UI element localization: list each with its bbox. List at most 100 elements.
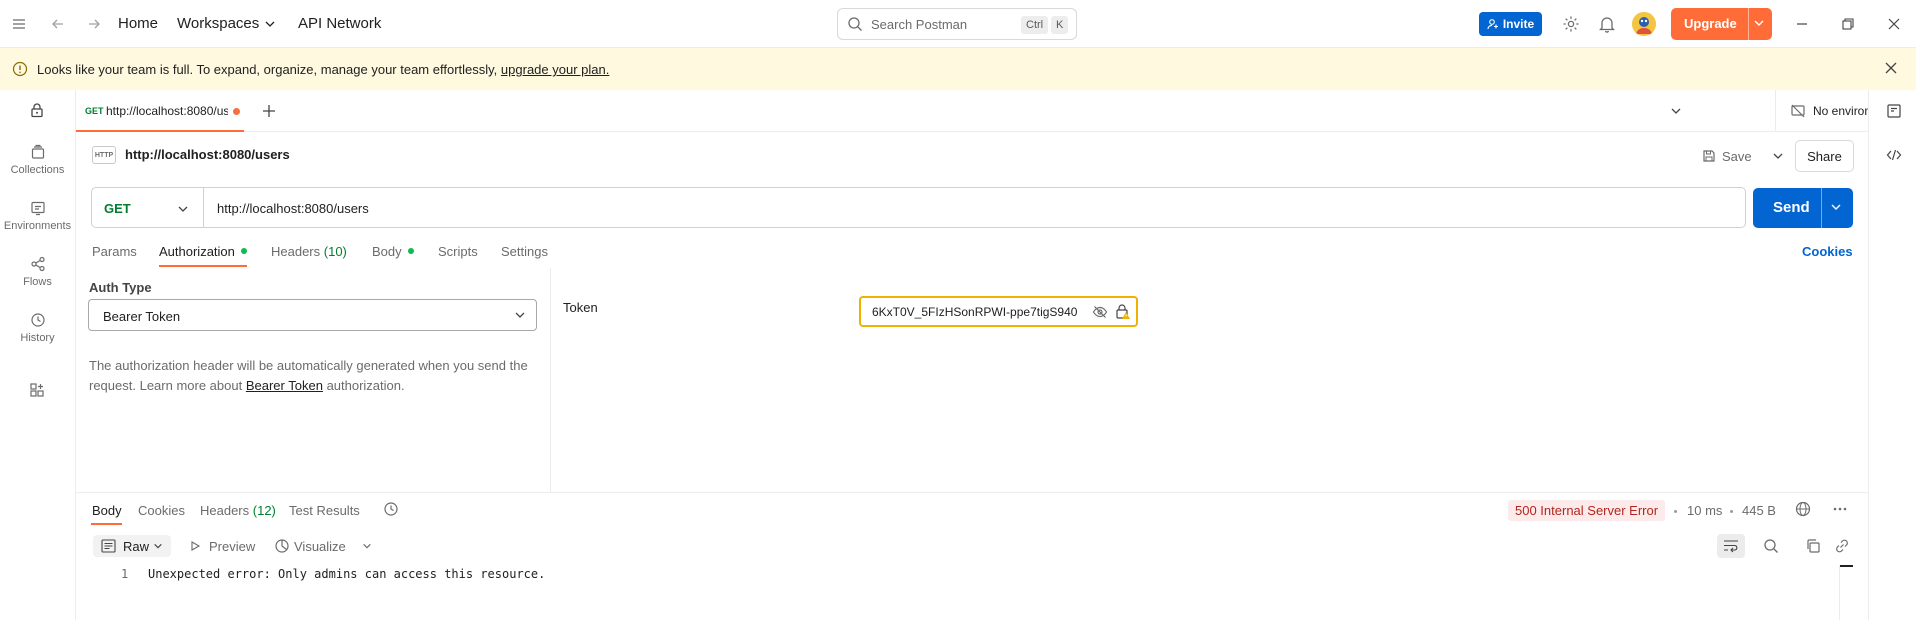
auth-type-select[interactable]: Bearer Token bbox=[88, 299, 537, 331]
cookies-link[interactable]: Cookies bbox=[1802, 244, 1853, 259]
history-icon bbox=[30, 313, 45, 327]
auth-help-post: authorization. bbox=[326, 378, 405, 393]
search-placeholder: Search Postman bbox=[871, 17, 968, 32]
invite-label: Invite bbox=[1502, 17, 1535, 31]
response-tab-body[interactable]: Body bbox=[92, 503, 122, 518]
save-button[interactable]: Save bbox=[1702, 144, 1783, 168]
sidebar-item-flows[interactable]: Flows bbox=[0, 256, 75, 288]
chevron-down-icon[interactable] bbox=[260, 14, 280, 34]
new-tab-plus-icon[interactable] bbox=[262, 104, 276, 118]
url-bar: GET http://localhost:8080/users bbox=[91, 187, 1746, 228]
auth-type-value: Bearer Token bbox=[103, 309, 181, 324]
request-title[interactable]: http://localhost:8080/users bbox=[125, 147, 290, 162]
hide-token-eye-icon[interactable] bbox=[1092, 304, 1108, 320]
response-time[interactable]: 10 ms bbox=[1687, 503, 1722, 518]
shortcut-key-ctrl: Ctrl bbox=[1021, 16, 1049, 34]
unsaved-dot bbox=[233, 108, 240, 115]
upgrade-plan-link[interactable]: upgrade your plan. bbox=[501, 62, 609, 77]
search-response-icon[interactable] bbox=[1763, 538, 1779, 554]
response-body-line[interactable]: Unexpected error: Only admins can access… bbox=[148, 567, 545, 581]
request-tab-active[interactable]: GET http://localhost:8080/users bbox=[76, 90, 244, 132]
bearer-token-link[interactable]: Bearer Token bbox=[246, 378, 323, 393]
window-close-icon[interactable] bbox=[1884, 14, 1904, 34]
format-raw-select[interactable]: Raw bbox=[93, 535, 171, 557]
tab-headers[interactable]: Headers (10) bbox=[271, 244, 347, 259]
auth-type-chevron-icon bbox=[514, 309, 526, 321]
collections-icon bbox=[31, 144, 44, 159]
response-scrollbar[interactable] bbox=[1839, 565, 1853, 620]
sidebar-item-environments[interactable]: Environments bbox=[0, 200, 75, 232]
configure-workspace-icon[interactable] bbox=[29, 382, 45, 398]
tab-authorization[interactable]: Authorization bbox=[159, 244, 247, 259]
tab-url: http://localhost:8080/users bbox=[106, 104, 228, 118]
method-select[interactable]: GET bbox=[104, 201, 131, 216]
line-number: 1 bbox=[121, 567, 129, 581]
send-options-chevron-icon[interactable] bbox=[1830, 201, 1842, 213]
upgrade-chevron-down-icon[interactable] bbox=[1753, 17, 1765, 29]
wrap-lines-button[interactable] bbox=[1717, 534, 1745, 558]
environment-quick-look-icon[interactable] bbox=[1886, 103, 1902, 119]
invite-button[interactable]: Invite bbox=[1479, 12, 1542, 36]
window-restore-icon[interactable] bbox=[1838, 14, 1858, 34]
nav-workspaces[interactable]: Workspaces bbox=[177, 15, 259, 32]
no-environment-icon bbox=[1790, 103, 1806, 119]
token-input[interactable]: 6KxT0V_5FIzHSonRPWI-ppe7tigS940 bbox=[859, 296, 1138, 327]
response-tab-test-results[interactable]: Test Results bbox=[289, 503, 360, 518]
save-options-chevron-icon[interactable] bbox=[1758, 150, 1783, 162]
sidebar-item-label: Environments bbox=[3, 220, 72, 232]
banner-close-icon[interactable] bbox=[1884, 61, 1898, 75]
tab-scripts[interactable]: Scripts bbox=[438, 244, 478, 259]
sensitive-lock-warning-icon[interactable] bbox=[1115, 303, 1131, 321]
response-tab-headers[interactable]: Headers (12) bbox=[200, 503, 276, 518]
banner-text: Looks like your team is full. To expand,… bbox=[37, 62, 498, 77]
response-size[interactable]: 445 B bbox=[1742, 503, 1776, 518]
notifications-bell-icon[interactable] bbox=[1597, 14, 1617, 34]
copy-icon[interactable] bbox=[1805, 538, 1821, 554]
avatar[interactable] bbox=[1632, 12, 1656, 36]
upgrade-button[interactable]: Upgrade bbox=[1671, 8, 1772, 40]
visualize-icon bbox=[274, 538, 290, 554]
link-icon[interactable] bbox=[1834, 538, 1850, 554]
network-globe-icon[interactable] bbox=[1795, 501, 1811, 517]
active-tab-underline bbox=[159, 265, 247, 267]
format-preview-button[interactable]: Preview bbox=[209, 539, 255, 554]
save-disk-icon bbox=[1703, 150, 1715, 162]
sidebar-item-history[interactable]: History bbox=[0, 312, 75, 344]
tab-params[interactable]: Params bbox=[92, 244, 137, 259]
method-chevron-icon[interactable] bbox=[177, 203, 189, 215]
search-box[interactable]: Search Postman Ctrl K bbox=[837, 8, 1077, 40]
tab-settings[interactable]: Settings bbox=[501, 244, 548, 259]
nav-api-network[interactable]: API Network bbox=[298, 15, 381, 32]
tab-body[interactable]: Body bbox=[372, 244, 414, 259]
nav-home[interactable]: Home bbox=[118, 15, 158, 32]
sidebar-item-collections[interactable]: Collections bbox=[0, 144, 75, 176]
right-rail bbox=[1868, 90, 1916, 620]
back-arrow-icon[interactable] bbox=[48, 14, 68, 34]
save-label: Save bbox=[1722, 148, 1752, 164]
visualize-chevron-icon[interactable] bbox=[362, 541, 372, 551]
raw-chevron-icon bbox=[153, 541, 163, 551]
send-button[interactable]: Send bbox=[1753, 188, 1853, 228]
response-history-icon[interactable] bbox=[383, 501, 399, 517]
forward-arrow-icon[interactable] bbox=[84, 14, 104, 34]
settings-gear-icon[interactable] bbox=[1561, 14, 1581, 34]
tab-body-label: Body bbox=[372, 244, 402, 259]
code-snippet-icon[interactable] bbox=[1886, 147, 1902, 163]
response-tab-cookies[interactable]: Cookies bbox=[138, 503, 185, 518]
status-badge[interactable]: 500 Internal Server Error bbox=[1508, 500, 1666, 521]
lock-icon[interactable] bbox=[29, 102, 45, 118]
more-options-icon[interactable] bbox=[1832, 501, 1848, 517]
http-badge-icon: HTTP bbox=[92, 146, 116, 164]
format-visualize-button[interactable]: Visualize bbox=[294, 539, 346, 554]
share-button[interactable]: Share bbox=[1795, 140, 1854, 172]
flows-icon bbox=[30, 256, 45, 272]
response-headers-count: (12) bbox=[252, 503, 276, 518]
raw-format-icon bbox=[101, 539, 116, 553]
search-icon bbox=[847, 16, 863, 32]
tab-authorization-label: Authorization bbox=[159, 244, 235, 259]
url-input[interactable]: http://localhost:8080/users bbox=[217, 201, 369, 216]
menu-icon[interactable] bbox=[9, 14, 29, 34]
window-minimize-icon[interactable] bbox=[1792, 14, 1812, 34]
request-tab-bar: GET http://localhost:8080/users No envir… bbox=[76, 90, 1898, 132]
tabs-dropdown-chevron-icon[interactable] bbox=[1670, 105, 1682, 117]
